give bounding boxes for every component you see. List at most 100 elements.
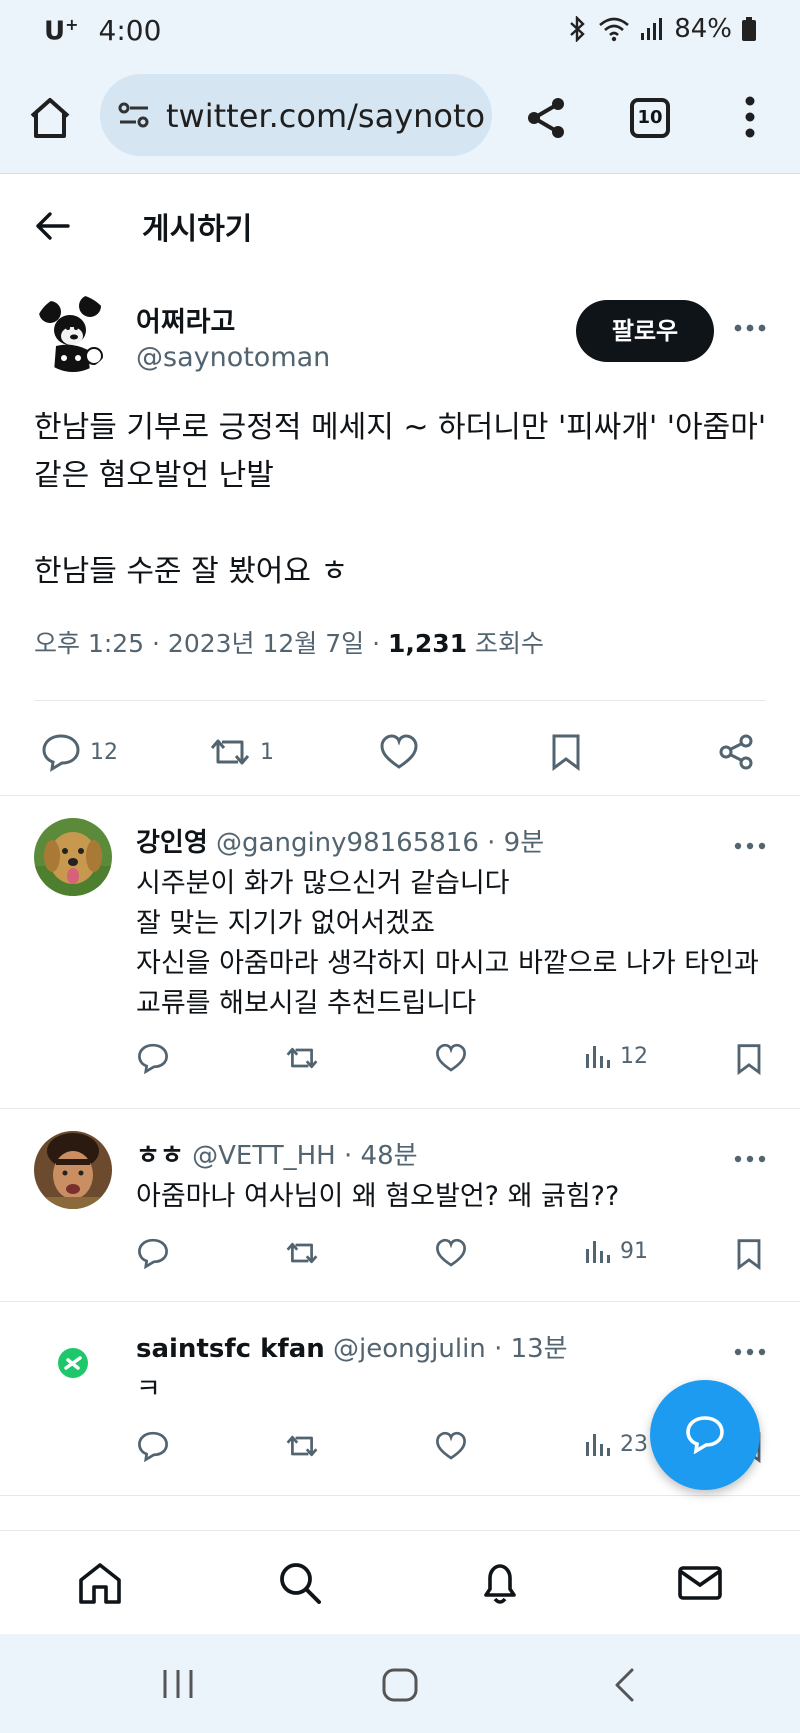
bottom-navigation [0,1530,800,1634]
site-settings-icon[interactable] [116,98,152,134]
reply-icon [136,1042,170,1074]
home-icon[interactable] [76,1559,124,1607]
compose-reply-button[interactable] [650,1380,760,1490]
analytics-icon [584,1430,612,1458]
post-header: 게시하기 [0,174,800,274]
reply-time[interactable]: · 48분 [344,1141,418,1171]
view-count: 91 [620,1238,648,1264]
notifications-bell-icon[interactable] [476,1559,524,1607]
bookmark-icon [548,732,584,772]
reply-icon [136,1430,170,1462]
reply-author-handle[interactable]: @VETT_HH [192,1141,336,1171]
reply-count: 12 [90,739,118,765]
reply-actions: 12 [0,1042,800,1092]
reply-author-handle[interactable]: @jeongjulin [333,1334,486,1364]
overflow-menu-icon[interactable] [732,92,768,142]
reply-author-name[interactable]: saintsfc kfan [136,1334,325,1364]
more-options-icon[interactable] [730,834,770,858]
reply-button[interactable] [136,1430,170,1462]
messages-envelope-icon[interactable] [676,1559,724,1607]
avatar[interactable] [34,818,112,896]
reply-text: 시주분이 화가 많으신거 같습니다 잘 맞는 지기가 없어서겠죠 자신을 아줌마… [136,868,759,1019]
view-count: 23 [620,1431,648,1457]
back-arrow-icon[interactable] [32,208,72,244]
reply-time[interactable]: · 13분 [494,1334,568,1364]
avatar[interactable] [34,1324,112,1402]
analytics-icon [584,1042,612,1070]
search-icon[interactable] [276,1559,324,1607]
views-button[interactable]: 12 [584,1042,648,1070]
battery-level: 84% [674,14,732,44]
bookmark-button[interactable] [734,1042,764,1076]
reply-icon [40,732,82,772]
retweet-icon [284,1237,320,1269]
tweet-actions: 12 1 [0,724,800,784]
bookmark-button[interactable] [548,732,584,772]
home-circle-icon[interactable] [382,1668,418,1702]
divider [0,1495,800,1496]
retweet-icon [284,1042,320,1074]
share-icon [716,732,756,772]
retweet-button[interactable] [284,1042,320,1074]
carrier-label: U+ [44,15,79,47]
retweet-icon [208,732,252,772]
more-options-icon[interactable] [730,316,770,340]
divider [34,700,766,701]
like-button[interactable] [434,1237,468,1269]
reply-item[interactable]: ㅎㅎ @VETT_HH · 48분 아줌마나 여사님이 왜 혐오발언? 왜 긁힘… [0,1109,800,1301]
author-handle[interactable]: @saynotoman [136,342,330,373]
bookmark-button[interactable] [734,1237,764,1271]
heart-icon [434,1042,468,1074]
avatar[interactable] [34,1131,112,1209]
view-count: 1,231 [388,629,468,658]
address-bar[interactable]: twitter.com/saynotoman [100,74,492,156]
back-icon[interactable] [612,1668,638,1702]
bluetooth-icon [568,16,588,42]
reply-actions: 91 [0,1237,800,1287]
reply-button[interactable] [136,1042,170,1074]
wifi-icon [598,16,630,42]
retweet-button[interactable] [284,1237,320,1269]
chat-bubble-icon [686,1416,724,1454]
more-options-icon[interactable] [730,1340,770,1364]
avatar[interactable] [34,294,112,372]
tab-switcher-button[interactable]: 10 [630,98,670,138]
reply-button[interactable]: 12 [40,732,118,772]
reply-button[interactable] [136,1237,170,1269]
signal-icon [640,17,664,41]
reply-icon [136,1237,170,1269]
reply-time[interactable]: · 9분 [487,828,544,858]
tweet-timestamp[interactable]: 오후 1:25 · 2023년 12월 7일 · [34,629,388,658]
follow-button[interactable]: 팔로우 [576,300,714,362]
more-options-icon[interactable] [730,1147,770,1171]
reply-author-name[interactable]: 강인영 [136,828,208,858]
reply-header: 강인영 @ganginy98165816 · 9분 [136,822,544,859]
clock: 4:00 [98,14,162,47]
retweet-icon [284,1430,320,1462]
retweet-button[interactable]: 1 [208,732,274,772]
views-button[interactable]: 91 [584,1237,648,1265]
retweet-count: 1 [260,739,274,765]
tweet-meta: 오후 1:25 · 2023년 12월 7일 · 1,231 조회수 [34,624,544,660]
like-button[interactable] [434,1042,468,1074]
url-text[interactable]: twitter.com/saynotoman [166,97,486,135]
share-icon[interactable] [522,94,570,142]
share-tweet-button[interactable] [716,732,756,772]
views-button[interactable]: 23 [584,1430,648,1458]
retweet-button[interactable] [284,1430,320,1462]
tweet-text: 한남들 기부로 긍정적 메세지 ~ 하더니만 '피싸개' '아줌마' 같은 혐오… [34,410,767,589]
like-button[interactable] [434,1430,468,1462]
reply-author-name[interactable]: ㅎㅎ [136,1141,184,1171]
home-icon[interactable] [26,94,74,142]
like-button[interactable] [378,732,420,772]
battery-icon [742,17,756,41]
reply-header: ㅎㅎ @VETT_HH · 48분 [136,1135,418,1172]
author-name[interactable]: 어쩌라고 [136,300,235,339]
browser-toolbar: twitter.com/saynotoman 10 [0,64,800,174]
bookmark-icon [734,1042,764,1076]
bookmark-icon [734,1237,764,1271]
reply-item[interactable]: 강인영 @ganginy98165816 · 9분 시주분이 화가 많으신거 같… [0,796,800,1108]
view-count-label: 조회수 [467,629,545,658]
reply-author-handle[interactable]: @ganginy98165816 [216,828,479,858]
recent-apps-icon[interactable] [160,1668,196,1700]
